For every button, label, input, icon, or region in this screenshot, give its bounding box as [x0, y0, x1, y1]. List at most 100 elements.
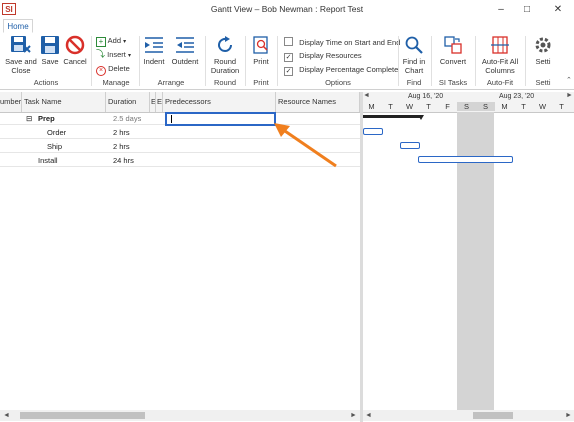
round-label-1: Round	[213, 57, 237, 66]
chevron-down-icon: ▾	[127, 53, 131, 59]
cancel-button[interactable]: Cancel	[62, 35, 88, 66]
print-preview-icon	[253, 36, 268, 54]
day-label: T	[521, 102, 526, 111]
gantt-header: ◄ Aug 16, '20 Aug 23, '20 ► M T W T F S …	[363, 92, 574, 113]
group-separator	[277, 36, 278, 86]
save-and-close-button[interactable]: Save and Close	[4, 35, 38, 75]
auto-fit-icon	[491, 36, 509, 54]
delete-button[interactable]: × Delete	[96, 64, 130, 76]
add-button[interactable]: + Add ▾	[96, 36, 126, 47]
window-title: Gantt View – Bob Newman : Report Test	[210, 4, 364, 14]
indent-button[interactable]: Indent	[140, 35, 168, 66]
column-header-predecessors[interactable]: Predecessors	[163, 92, 276, 112]
convert-button[interactable]: Convert	[435, 35, 471, 66]
option-display-percentage[interactable]: ✓ Display Percentage Complete	[284, 65, 398, 76]
option-display-resources-label: Display Resources	[299, 51, 362, 60]
task-name-cell[interactable]: Install	[38, 154, 58, 167]
gantt-task-bar[interactable]	[418, 156, 513, 163]
collapse-icon[interactable]: ⊟	[26, 112, 32, 125]
duration-cell[interactable]: 2 hrs	[113, 126, 130, 139]
minimize-button[interactable]: –	[493, 3, 509, 16]
outdent-button[interactable]: Outdent	[169, 35, 201, 66]
option-display-percentage-label: Display Percentage Complete	[299, 65, 399, 74]
round-duration-button[interactable]: Round Duration	[207, 35, 243, 75]
task-name-cell[interactable]: Ship	[47, 140, 62, 153]
group-label-arrange: Arrange	[157, 78, 185, 87]
pane-splitter[interactable]	[360, 92, 363, 422]
predecessors-edit-cell[interactable]	[165, 112, 276, 126]
auto-fit-label-1: Auto-Fit All	[481, 57, 519, 66]
duration-cell[interactable]: 24 hrs	[113, 154, 134, 167]
save-button[interactable]: Save	[38, 35, 62, 66]
insert-button[interactable]: ⤵ Insert ▾	[96, 50, 131, 61]
outdent-label: Outdent	[171, 57, 199, 66]
group-label-round: Round	[213, 78, 237, 87]
column-header-ef[interactable]: EF	[156, 92, 163, 112]
day-label: W	[405, 102, 414, 111]
option-display-resources[interactable]: ✓ Display Resources	[284, 51, 362, 62]
day-label: T	[559, 102, 564, 111]
close-window-button[interactable]: ✕	[550, 3, 566, 16]
ribbon-collapse-icon[interactable]: ⌃	[566, 76, 572, 84]
scroll-right-icon[interactable]: ►	[565, 410, 572, 421]
find-in-chart-button[interactable]: Find in Chart	[400, 35, 428, 75]
gantt-task-bar[interactable]	[363, 128, 383, 135]
option-display-time-label: Display Time on Start and End	[299, 38, 401, 47]
duration-cell[interactable]: 2.5 days	[113, 112, 141, 125]
scroll-right-icon[interactable]: ►	[350, 410, 357, 421]
group-separator	[475, 36, 476, 86]
duration-cell[interactable]: 2 hrs	[113, 140, 130, 153]
print-button[interactable]: Print	[248, 35, 274, 66]
day-label: W	[538, 102, 547, 111]
scroll-left-icon[interactable]: ◄	[3, 410, 10, 421]
ribbon-tabstrip	[0, 19, 574, 34]
outdent-icon	[176, 37, 194, 53]
column-header-number[interactable]: umber	[0, 92, 22, 112]
scrollbar-thumb[interactable]	[20, 412, 145, 419]
print-label: Print	[253, 57, 269, 66]
group-label-actions: Actions	[33, 78, 59, 87]
checkbox-checked[interactable]: ✓	[284, 53, 293, 62]
group-label-manage: Manage	[102, 78, 130, 87]
column-header-resource-names[interactable]: Resource Names	[276, 92, 360, 112]
gantt-task-bar[interactable]	[400, 142, 420, 149]
day-label: S	[457, 102, 476, 111]
group-separator	[245, 36, 246, 86]
column-header-task-name[interactable]: Task Name	[22, 92, 106, 112]
auto-fit-label-2: Columns	[485, 66, 515, 75]
group-separator	[431, 36, 432, 86]
settings-button[interactable]: Setti	[528, 35, 558, 66]
maximize-button[interactable]: □	[519, 3, 535, 16]
checkbox-unchecked[interactable]	[284, 37, 293, 46]
week-label: Aug 16, '20	[408, 93, 444, 100]
gantt-summary-bar[interactable]	[363, 115, 421, 118]
task-name-cell[interactable]: Order	[47, 126, 66, 139]
scroll-left-icon[interactable]: ◄	[365, 410, 372, 421]
task-name-cell[interactable]: Prep	[38, 112, 55, 125]
checkbox-checked[interactable]: ✓	[284, 67, 293, 76]
auto-fit-columns-button[interactable]: Auto-Fit All Columns	[478, 35, 522, 75]
tab-home[interactable]: Home	[3, 19, 33, 33]
magnifier-icon	[405, 36, 423, 54]
annotation-arrow	[274, 123, 337, 168]
delete-icon: ×	[96, 66, 106, 76]
convert-label: Convert	[439, 57, 467, 66]
save-close-icon	[11, 36, 31, 53]
week-label: Aug 23, '20	[499, 93, 535, 100]
chevron-down-icon: ▾	[123, 39, 127, 45]
gantt-nav-left-icon[interactable]: ◄	[363, 92, 370, 99]
group-label-print: Print	[253, 78, 269, 87]
grid-horizontal-scrollbar[interactable]: ◄ ►	[0, 410, 360, 421]
settings-label: Setti	[535, 57, 551, 66]
scrollbar-thumb[interactable]	[473, 412, 513, 419]
gantt-nav-right-icon[interactable]: ►	[566, 92, 573, 99]
grid-header: umber Task Name Duration ES EF Predecess…	[0, 92, 360, 113]
option-display-time[interactable]: Display Time on Start and End	[284, 37, 400, 47]
cancel-label: Cancel	[63, 57, 87, 66]
convert-icon	[444, 36, 462, 54]
column-header-duration[interactable]: Duration	[106, 92, 150, 112]
insert-label: Insert	[107, 50, 126, 59]
group-label-find: Find	[406, 78, 422, 87]
gantt-horizontal-scrollbar[interactable]: ◄ ►	[363, 410, 574, 421]
refresh-icon	[218, 36, 232, 52]
